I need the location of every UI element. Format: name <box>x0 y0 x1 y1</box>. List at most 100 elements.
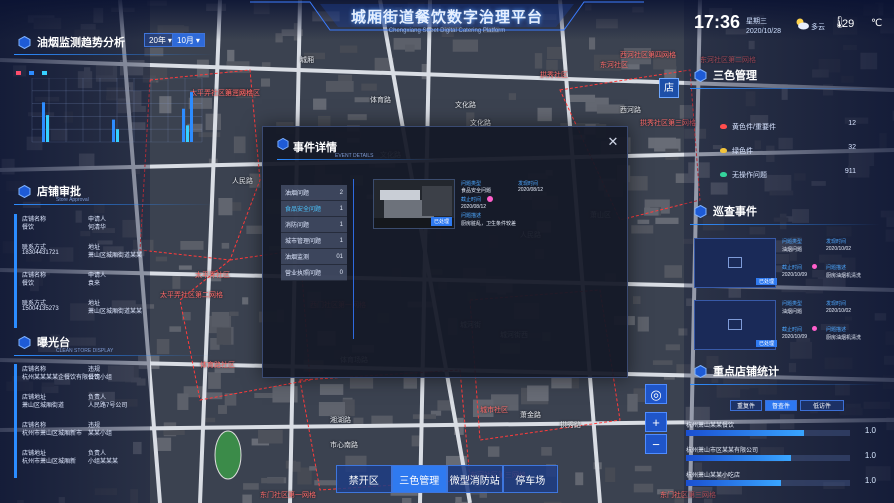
entry-marker <box>14 214 17 272</box>
stat-row[interactable]: 杭州萧山某某小吃店 1.0 <box>686 470 876 492</box>
map-building <box>180 241 204 250</box>
nav-color-mgmt[interactable]: 三色管理 <box>391 465 447 493</box>
sports-field <box>214 430 242 480</box>
map-building <box>664 265 683 278</box>
chart-bar <box>116 129 119 142</box>
map-label: 城市社区 <box>480 407 508 414</box>
stat-name: 杭州萧山某某小吃店 <box>686 473 741 479</box>
alert-dot <box>812 264 817 269</box>
nav-fire-station[interactable]: 微型消防站 <box>447 465 503 493</box>
chart-bar <box>42 102 45 142</box>
month-select[interactable]: 10月 ▾ <box>172 33 205 47</box>
close-icon[interactable]: ✕ <box>607 135 619 148</box>
category-item[interactable]: 消防问题 1 <box>281 217 347 233</box>
map-building <box>156 339 170 355</box>
zoom-in-button[interactable]: + <box>645 412 667 432</box>
category-label: 城市管理问题 <box>285 239 322 245</box>
category-item[interactable]: 营业执照问题 0 <box>281 265 347 281</box>
map-label: 湘湖路 <box>330 417 351 424</box>
nav-no-open-zone[interactable]: 禁开区 <box>336 465 392 493</box>
patrol-field-value: 2020/10/02 <box>826 246 852 252</box>
map-building <box>534 53 543 69</box>
chevron-down-icon: ▾ <box>195 35 200 45</box>
problem-type-label: 问题类型 <box>461 181 482 187</box>
page-subtitle: Chengxiang Street Digital Catering Platf… <box>388 28 506 34</box>
event-card[interactable]: 已处理 问题类型 食品安全问题 发现时间 2020/08/12 截止时间 202… <box>373 179 563 231</box>
map-building <box>637 219 650 224</box>
zoom-out-button[interactable]: − <box>645 434 667 454</box>
map-label: 东门社区第一网格 <box>260 492 316 499</box>
locate-icon[interactable]: ◎ <box>645 384 667 404</box>
header: 城厢街道餐饮数字治理平台 Chengxiang Street Digital C… <box>300 0 594 38</box>
oil-trend-title: 油烟监测趋势分析 <box>37 37 125 49</box>
color-row-label: 无操作问题 <box>732 172 767 179</box>
map-building <box>339 45 358 53</box>
map-building <box>229 311 239 316</box>
map-building <box>541 447 552 456</box>
patrol-field-value: 2020/10/09 <box>782 272 808 278</box>
key-stats-header: 重点店铺统计 <box>694 362 779 380</box>
modal-header: 事件详情 EVENT DETAILS ✕ <box>263 127 627 159</box>
oil-trend-header: 油烟监测趋势分析 <box>18 33 125 51</box>
patrol-field-label: 发现时间 <box>826 239 847 245</box>
store-icon[interactable]: 店 <box>659 78 679 98</box>
divider <box>277 159 437 160</box>
tab-supervise[interactable]: 督查件 <box>765 400 797 411</box>
map-building <box>644 207 659 216</box>
map-building <box>567 94 596 103</box>
map-label: 体育路 <box>370 97 391 104</box>
status-badge: 已处理 <box>756 340 778 347</box>
map-building <box>243 483 259 490</box>
report-time-label: 发现时间 <box>518 181 539 187</box>
map-building <box>347 114 367 121</box>
map-building <box>246 225 264 234</box>
entry-field-value: 杭州市萧山区城厢新市 <box>22 431 83 437</box>
chart-bar <box>112 119 115 142</box>
tab-repeat[interactable]: 重复件 <box>730 400 762 411</box>
divider <box>14 355 214 356</box>
stat-row[interactable]: 杭州萧山市区某某有限公司 1.0 <box>686 445 876 467</box>
category-item[interactable]: 食品安全问题 1 <box>281 201 347 217</box>
map-building <box>361 83 377 91</box>
category-item[interactable]: 油烟问题 2 <box>281 185 347 201</box>
map-building <box>652 360 673 365</box>
category-label: 油烟问题 <box>285 191 310 197</box>
category-item[interactable]: 油烟监测 01 <box>281 249 347 265</box>
nav-parking[interactable]: 停车场 <box>502 465 558 493</box>
map-building <box>260 78 271 87</box>
map-label: 人民路 <box>232 178 253 185</box>
patrol-field-label: 问题类型 <box>782 301 803 307</box>
map-building <box>551 376 572 389</box>
map-building <box>318 402 345 417</box>
description-value: 厨房脏乱，卫生条件较差 <box>461 221 517 227</box>
map-building <box>261 477 284 484</box>
shop-approval-subtitle: Store Approval <box>56 197 89 203</box>
chart-bar <box>186 125 189 142</box>
category-item[interactable]: 城市管理问题 1 <box>281 233 347 249</box>
hexagon-icon <box>694 364 707 378</box>
entry-field-value: 小组某某某 <box>88 459 119 465</box>
hexagon-icon <box>277 138 289 150</box>
stat-bar <box>686 455 791 461</box>
category-label: 油烟监测 <box>285 255 310 261</box>
map-building <box>233 136 246 154</box>
chart-bar <box>190 92 193 142</box>
map-building <box>648 137 676 149</box>
shop-approval-header: 店铺审批 Store Approval <box>18 182 89 203</box>
temperature: 29 <box>842 18 855 30</box>
map-label: 文化路 <box>455 102 476 109</box>
stat-row[interactable]: 杭州萧山某某餐饮 1.0 <box>686 420 876 442</box>
report-time-value: 2020/08/12 <box>518 187 544 193</box>
map-building <box>218 197 233 216</box>
map-building <box>172 275 181 289</box>
category-count: 2 <box>339 189 343 196</box>
map-building <box>546 59 558 71</box>
image-placeholder-icon <box>728 257 742 268</box>
entry-field-value: 餐饮 <box>22 281 35 287</box>
map-building <box>155 256 168 262</box>
map-building <box>169 326 182 332</box>
patrol-field-label: 问题类型 <box>782 239 803 245</box>
map-building <box>319 384 344 395</box>
tab-low-visit[interactable]: 低访件 <box>800 400 844 411</box>
map-building <box>632 296 641 305</box>
